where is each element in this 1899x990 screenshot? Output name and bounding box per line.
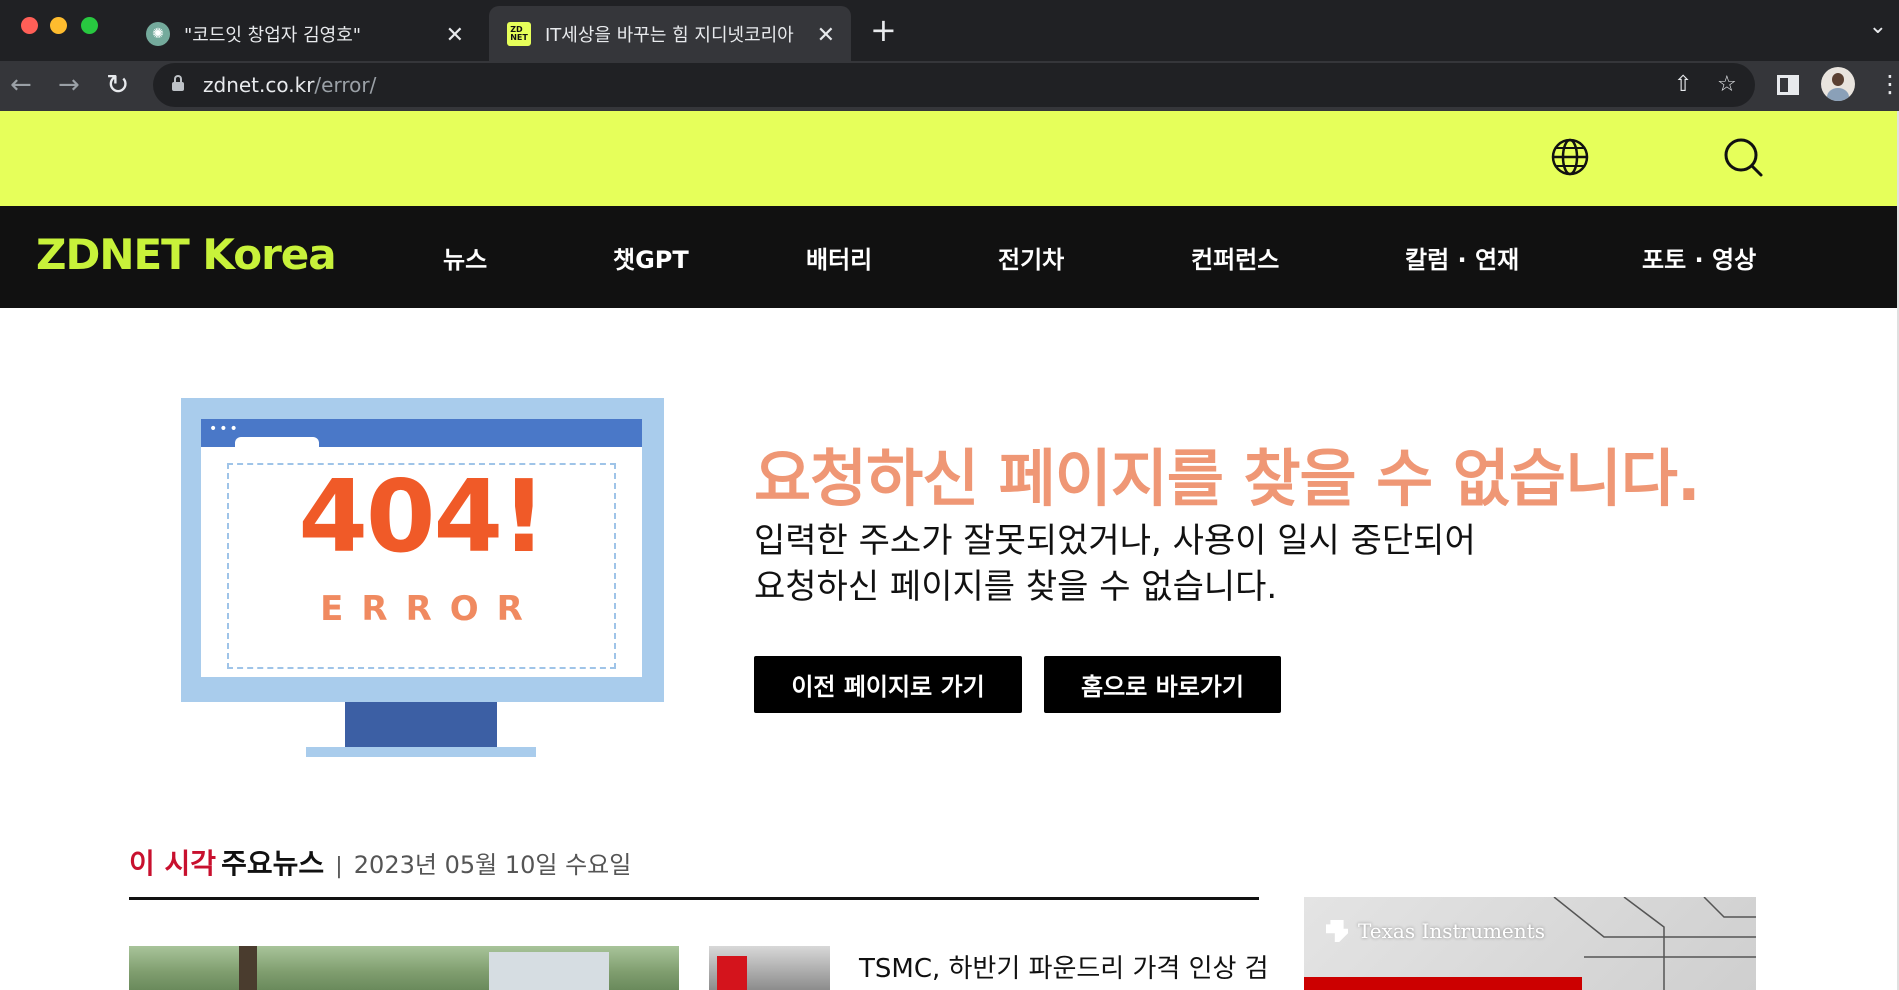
home-button[interactable]: 홈으로 바로가기 bbox=[1044, 656, 1281, 713]
browser-toolbar: ← → ↻ zdnet.co.kr/error/ ⇧ ☆ ⋮ bbox=[0, 61, 1899, 111]
window-zoom-button[interactable] bbox=[81, 17, 98, 34]
close-icon[interactable]: ✕ bbox=[817, 23, 835, 48]
ad-brand-logo: Texas Instruments bbox=[1326, 919, 1545, 943]
side-panel-icon[interactable] bbox=[1777, 75, 1799, 95]
url-host: zdnet.co.kr bbox=[203, 73, 315, 97]
browser-tab-zdnet[interactable]: ZD NET IT세상을 바꾸는 힘 지디넷코리아 ✕ bbox=[489, 6, 851, 61]
forward-arrow-icon[interactable]: → bbox=[58, 71, 80, 99]
advertisement-banner[interactable]: Texas Instruments bbox=[1304, 897, 1756, 990]
more-menu-icon[interactable]: ⋮ bbox=[1878, 69, 1899, 99]
news-divider bbox=[129, 897, 1259, 900]
chevron-down-icon[interactable]: ⌄ bbox=[1869, 14, 1887, 39]
globe-icon[interactable] bbox=[1550, 137, 1590, 177]
search-icon[interactable] bbox=[1722, 136, 1764, 178]
browser-tab-bar: ✺ "코드잇 창업자 김영호" ✕ ZD NET IT세상을 바꾸는 힘 지디넷코… bbox=[0, 0, 1899, 61]
error-description-line: 요청하신 페이지를 찾을 수 없습니다. bbox=[754, 567, 1278, 607]
nav-item-column[interactable]: 칼럼 · 연재 bbox=[1405, 240, 1519, 275]
address-bar[interactable]: zdnet.co.kr/error/ ⇧ ☆ bbox=[153, 63, 1755, 107]
profile-avatar[interactable] bbox=[1821, 67, 1855, 101]
news-photo-thumbnail[interactable] bbox=[709, 946, 830, 990]
tab-title: IT세상을 바꾸는 힘 지디넷코리아 bbox=[545, 24, 794, 46]
error-title: 요청하신 페이지를 찾을 수 없습니다. bbox=[754, 442, 1700, 515]
reload-icon[interactable]: ↻ bbox=[106, 71, 129, 99]
error-code: 404! bbox=[298, 458, 546, 575]
error-illustration-monitor: ••• 404! ERROR bbox=[181, 398, 664, 702]
star-icon[interactable]: ☆ bbox=[1717, 72, 1737, 97]
nav-item-ev[interactable]: 전기차 bbox=[998, 240, 1064, 275]
nav-item-chatgpt[interactable]: 챗GPT bbox=[613, 240, 689, 275]
back-arrow-icon[interactable]: ← bbox=[10, 71, 32, 99]
site-logo[interactable]: ZDNET Korea bbox=[36, 230, 337, 279]
error-description-line: 입력한 주소가 잘못되었거나, 사용이 일시 중단되어 bbox=[754, 521, 1476, 561]
browser-tab-chatgpt[interactable]: ✺ "코드잇 창업자 김영호" ✕ bbox=[136, 6, 480, 61]
error-word: ERROR bbox=[320, 589, 541, 629]
url-path: /error/ bbox=[314, 73, 377, 97]
nav-item-conference[interactable]: 컨퍼런스 bbox=[1191, 240, 1279, 275]
ad-accent-bar bbox=[1304, 977, 1582, 990]
texas-instruments-logo-icon bbox=[1326, 920, 1348, 942]
tab-title: "코드잇 창업자 김영호" bbox=[184, 24, 362, 46]
illustration-window: ••• 404! ERROR bbox=[201, 419, 642, 677]
window-minimize-button[interactable] bbox=[50, 17, 67, 34]
nav-item-battery[interactable]: 배터리 bbox=[806, 240, 872, 275]
ad-brand-name: Texas Instruments bbox=[1358, 919, 1545, 943]
share-icon[interactable]: ⇧ bbox=[1674, 72, 1692, 97]
monitor-stand bbox=[345, 702, 497, 747]
nav-item-photo-video[interactable]: 포토 · 영상 bbox=[1642, 240, 1756, 275]
main-navigation: ZDNET Korea 뉴스 챗GPT 배터리 전기차 컨퍼런스 칼럼 · 연재… bbox=[0, 206, 1899, 308]
url-text[interactable]: zdnet.co.kr/error/ bbox=[203, 73, 376, 97]
site-top-bar bbox=[0, 111, 1899, 206]
previous-page-button[interactable]: 이전 페이지로 가기 bbox=[754, 656, 1022, 713]
zdnet-icon: ZD NET bbox=[507, 21, 531, 46]
news-photo-main[interactable] bbox=[129, 946, 679, 990]
nav-item-news[interactable]: 뉴스 bbox=[443, 240, 487, 275]
news-header-highlight: 이 시각 bbox=[129, 847, 217, 880]
error-description: 입력한 주소가 잘못되었거나, 사용이 일시 중단되어 요청하신 페이지를 찾을… bbox=[754, 518, 1476, 610]
news-section-header: 이 시각 주요뉴스 | 2023년 05월 10일 수요일 bbox=[129, 842, 631, 882]
news-header-title: 주요뉴스 bbox=[221, 847, 325, 880]
new-tab-button[interactable]: + bbox=[870, 14, 897, 46]
news-date: 2023년 05월 10일 수요일 bbox=[353, 851, 632, 879]
close-icon[interactable]: ✕ bbox=[446, 23, 464, 48]
chatgpt-icon: ✺ bbox=[146, 21, 170, 46]
news-header-separator: | bbox=[335, 854, 343, 879]
news-headline[interactable]: TSMC, 하반기 파운드리 가격 인상 검 bbox=[859, 948, 1269, 985]
window-close-button[interactable] bbox=[21, 17, 38, 34]
monitor-base bbox=[306, 747, 536, 757]
lock-icon[interactable] bbox=[172, 75, 184, 91]
